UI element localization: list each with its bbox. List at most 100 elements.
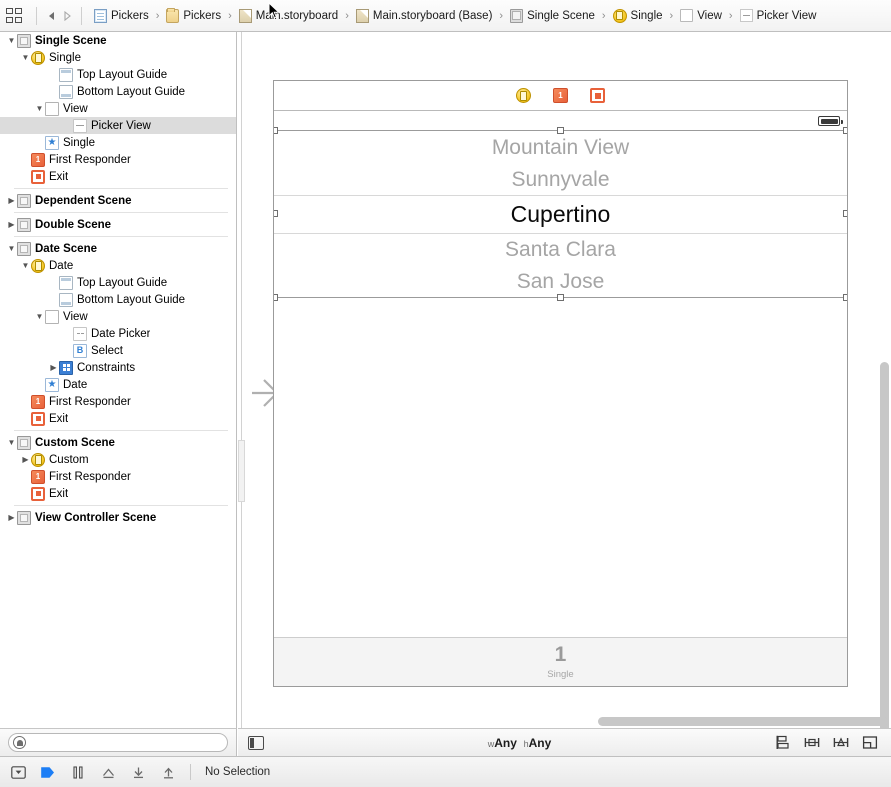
- document-outline-toggle-icon[interactable]: [248, 735, 264, 750]
- outline-row-bottom-layout-guide[interactable]: Bottom Layout Guide: [0, 83, 236, 100]
- storyboard-canvas[interactable]: 1 Mountain View Sunnyvale Cupertino Sant…: [238, 32, 891, 728]
- outline-row-label: Custom Scene: [35, 436, 115, 449]
- outline-row-view-controller-scene[interactable]: ▶ View Controller Scene: [0, 509, 236, 526]
- scene-container[interactable]: 1 Mountain View Sunnyvale Cupertino Sant…: [273, 80, 848, 687]
- picker-row[interactable]: Sunnyvale: [274, 164, 847, 195]
- selection-handle-top-center[interactable]: [557, 127, 564, 134]
- document-outline-sidebar[interactable]: ▼ Single Scene ▼ Single Top Layout Guide Bott…: [0, 32, 237, 728]
- outline-row-top-layout-guide[interactable]: Top Layout Guide: [0, 66, 236, 83]
- picker-row[interactable]: Santa Clara: [274, 234, 847, 265]
- breadcrumb-item-view-controller[interactable]: Single: [611, 8, 665, 24]
- first-responder-dock-icon[interactable]: 1: [553, 88, 568, 103]
- continue-icon[interactable]: [40, 765, 56, 780]
- disclosure-triangle-open-icon[interactable]: ▼: [6, 36, 17, 45]
- selection-handle-right-middle[interactable]: [843, 210, 847, 217]
- outline-row-first-responder[interactable]: 1 First Responder: [0, 151, 236, 168]
- step-into-icon[interactable]: [100, 765, 116, 780]
- breadcrumb-item-folder[interactable]: Pickers: [164, 7, 223, 24]
- selection-handle-left-bottom[interactable]: [274, 294, 278, 301]
- breadcrumb-item-picker-view[interactable]: Picker View: [738, 8, 819, 23]
- outline-row-single[interactable]: ▼ Single: [0, 49, 236, 66]
- forward-arrow-icon[interactable]: [59, 8, 75, 24]
- sidebar-resize-handle[interactable]: [238, 440, 245, 502]
- picker-row-selected[interactable]: Cupertino: [274, 195, 847, 234]
- outline-filter-field[interactable]: [8, 733, 228, 752]
- outline-row-date-picker[interactable]: Date Picker: [0, 325, 236, 342]
- outline-row-bottom-layout-guide[interactable]: Bottom Layout Guide: [0, 291, 236, 308]
- outline-row-date[interactable]: ★ Date: [0, 376, 236, 393]
- breadcrumb-item-storyboard-base[interactable]: Main.storyboard (Base): [354, 8, 495, 24]
- selection-handle-left-top[interactable]: [274, 127, 278, 134]
- outline-row-exit[interactable]: Exit: [0, 485, 236, 502]
- disclosure-triangle-open-icon[interactable]: ▼: [6, 438, 17, 447]
- scrollbar-thumb[interactable]: [598, 717, 888, 726]
- outline-row-view[interactable]: ▼ View: [0, 308, 236, 325]
- size-class-control[interactable]: wAny hAny: [264, 736, 775, 750]
- disclosure-triangle-open-icon[interactable]: ▼: [34, 104, 45, 113]
- outline-row-date-scene[interactable]: ▼ Date Scene: [0, 240, 236, 257]
- outline-row-select[interactable]: B Select: [0, 342, 236, 359]
- editor-grid-icon[interactable]: [6, 8, 24, 23]
- scrollbar-thumb[interactable]: [880, 362, 889, 728]
- size-class-h-value: Any: [528, 735, 552, 750]
- project-document-icon: [94, 8, 107, 23]
- disclosure-triangle-open-icon[interactable]: ▼: [20, 53, 31, 62]
- outline-row-custom-scene[interactable]: ▼ Custom Scene: [0, 434, 236, 451]
- outline-row-custom[interactable]: ▶ Custom: [0, 451, 236, 468]
- outline-row-label: Date Scene: [35, 242, 98, 255]
- step-up-icon[interactable]: [160, 765, 176, 780]
- disclosure-triangle-closed-icon[interactable]: ▶: [6, 220, 17, 229]
- selection-handle-left-middle[interactable]: [274, 210, 278, 217]
- outline-row-first-responder[interactable]: 1 First Responder: [0, 393, 236, 410]
- outline-row-exit[interactable]: Exit: [0, 410, 236, 427]
- canvas-horizontal-scrollbar[interactable]: [598, 717, 888, 726]
- picker-row[interactable]: Mountain View: [274, 131, 847, 164]
- outline-row-double-scene[interactable]: ▶ Double Scene: [0, 216, 236, 233]
- size-class-w-value: Any: [494, 735, 517, 750]
- outline-row-top-layout-guide[interactable]: Top Layout Guide: [0, 274, 236, 291]
- exit-dock-icon[interactable]: [590, 88, 605, 103]
- disclosure-triangle-open-icon[interactable]: ▼: [20, 261, 31, 270]
- outline-row-picker-view[interactable]: Picker View: [0, 117, 236, 134]
- outline-row-date[interactable]: ▼ Date: [0, 257, 236, 274]
- outline-row-label: View: [63, 102, 88, 115]
- scene-icon: [17, 33, 31, 48]
- breadcrumb-item-project[interactable]: Pickers: [92, 8, 151, 24]
- outline-row-exit[interactable]: Exit: [0, 168, 236, 185]
- disclosure-triangle-open-icon[interactable]: ▼: [34, 312, 45, 321]
- storyboard-icon: [355, 8, 369, 23]
- step-out-icon[interactable]: [130, 765, 146, 780]
- back-arrow-icon[interactable]: [43, 8, 59, 24]
- breadcrumb-item-storyboard[interactable]: Main.storyboard: [237, 8, 340, 24]
- disclosure-triangle-closed-icon[interactable]: ▶: [48, 363, 59, 372]
- selection-handle-bottom-center[interactable]: [557, 294, 564, 301]
- disclosure-triangle-closed-icon[interactable]: ▶: [6, 513, 17, 522]
- selection-handle-right-top[interactable]: [843, 127, 847, 134]
- breadcrumb-item-view[interactable]: View: [678, 8, 724, 23]
- step-over-icon[interactable]: [70, 765, 86, 780]
- breadcrumb-label: View: [697, 9, 722, 22]
- resizing-behavior-icon[interactable]: [862, 735, 878, 750]
- selection-handle-right-bottom[interactable]: [843, 294, 847, 301]
- outline-row-single[interactable]: ★ Single: [0, 134, 236, 151]
- filter-input[interactable]: [26, 736, 227, 749]
- picker-view[interactable]: Mountain View Sunnyvale Cupertino Santa …: [274, 131, 847, 298]
- picker-view-icon: [73, 118, 87, 133]
- outline-row-constraints[interactable]: ▶ Constraints: [0, 359, 236, 376]
- debug-bar-divider: [190, 764, 191, 780]
- disclosure-triangle-closed-icon[interactable]: ▶: [20, 455, 31, 464]
- canvas-vertical-scrollbar[interactable]: [880, 362, 889, 728]
- pin-icon[interactable]: [804, 735, 820, 750]
- breadcrumb-item-scene[interactable]: Single Scene: [508, 8, 597, 24]
- outline-row-first-responder[interactable]: 1 First Responder: [0, 468, 236, 485]
- disclosure-triangle-open-icon[interactable]: ▼: [6, 244, 17, 253]
- outline-row-single-scene[interactable]: ▼ Single Scene: [0, 32, 236, 49]
- outline-row-dependent-scene[interactable]: ▶ Dependent Scene: [0, 192, 236, 209]
- resolve-issues-icon[interactable]: [833, 735, 849, 750]
- align-icon[interactable]: [775, 735, 791, 750]
- disclosure-triangle-closed-icon[interactable]: ▶: [6, 196, 17, 205]
- view-controller-dock-icon[interactable]: [516, 88, 531, 103]
- exit-icon: [31, 486, 45, 501]
- outline-row-view[interactable]: ▼ View: [0, 100, 236, 117]
- hide-debug-area-icon[interactable]: [10, 765, 26, 780]
